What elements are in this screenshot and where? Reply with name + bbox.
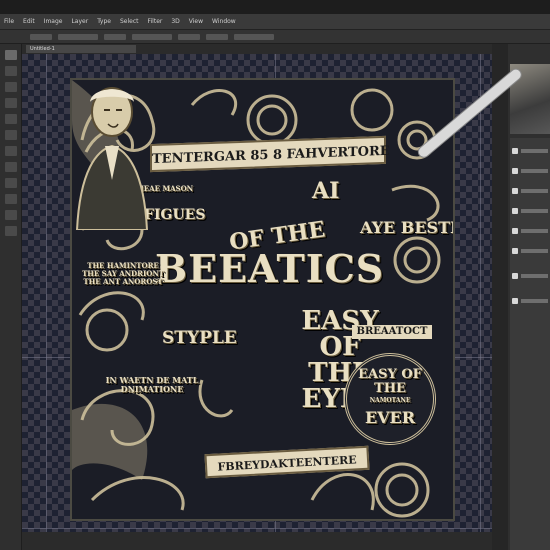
menu-layer[interactable]: Layer [71,18,88,25]
title-beeatics: BEEATICS [155,246,385,291]
layer-name-bar [521,149,548,153]
layer-row[interactable] [512,205,548,217]
option-control[interactable] [132,33,172,40]
layer-row[interactable] [512,225,548,237]
layer-name-bar [521,274,548,278]
ai-text: AI [312,178,340,204]
left-medallion-text: THE HAMINTORE THE SAY ANDRIONT THE ANT A… [82,261,164,287]
option-control[interactable] [206,33,228,40]
tool-strip [0,44,22,550]
layer-row[interactable] [512,185,548,197]
panel-icon-strip [492,44,508,550]
menu-select[interactable]: Select [120,18,139,25]
pen-tool-icon[interactable] [4,194,17,204]
option-control[interactable] [58,33,98,40]
style-text: STYPLE [162,328,237,348]
eyedropper-tool-icon[interactable] [4,114,17,124]
eye-icon[interactable] [512,248,518,254]
guide-line [22,528,492,529]
eye-icon[interactable] [512,148,518,154]
menu-edit[interactable]: Edit [23,18,35,25]
menu-filter[interactable]: Filter [148,18,163,25]
layer-row[interactable] [512,270,548,282]
guide-line [480,54,481,532]
layers-panel [510,138,550,550]
layer-name-bar [521,209,548,213]
options-bar [0,30,550,44]
layer-row[interactable] [512,245,548,257]
layer-name-bar [521,169,548,173]
portrait-illustration [75,87,149,230]
menu-bar: File Edit Image Layer Type Select Filter… [0,14,550,30]
hand-tool-icon[interactable] [4,210,17,220]
layer-row[interactable] [512,145,548,157]
medallion-top-text: EASY OF THE [358,367,422,396]
menu-3d[interactable]: 3D [171,18,179,25]
bracket-label: BREAATOCT [352,325,432,339]
layer-name-bar [521,249,548,253]
move-tool-icon[interactable] [4,50,17,60]
eye-icon[interactable] [512,273,518,279]
guide-line [46,54,47,532]
medallion-mid-text: NAMOTANE [369,397,411,404]
eye-icon[interactable] [512,188,518,194]
left-lower-text: IN WAETN DE MATL DNIMATIONE [105,375,199,394]
layer-name-bar [521,189,548,193]
gradient-tool-icon[interactable] [4,162,17,172]
crop-tool-icon[interactable] [4,98,17,108]
eye-icon[interactable] [512,228,518,234]
layer-name-bar [521,299,548,303]
eye-icon[interactable] [512,298,518,304]
menu-view[interactable]: View [189,18,203,25]
option-control[interactable] [104,33,126,40]
brush-tool-icon[interactable] [4,130,17,140]
layer-name-bar [521,229,548,233]
eye-icon[interactable] [512,168,518,174]
app-title-bar [0,0,550,14]
medallion-ever-text: EVER [364,408,416,427]
zoom-tool-icon[interactable] [4,226,17,236]
lasso-tool-icon[interactable] [4,82,17,92]
menu-window[interactable]: Window [212,18,236,25]
figues-text: FIGUES [144,207,206,223]
aye-text: AYE BESTIDE [360,218,453,237]
option-control[interactable] [30,33,52,40]
option-control[interactable] [234,33,274,40]
menu-file[interactable]: File [4,18,14,25]
option-control[interactable] [178,33,200,40]
marquee-tool-icon[interactable] [4,66,17,76]
menu-type[interactable]: Type [97,18,111,25]
layer-row[interactable] [512,165,548,177]
eye-icon[interactable] [512,208,518,214]
menu-image[interactable]: Image [44,18,63,25]
layer-row[interactable] [512,295,548,307]
poster-artwork[interactable]: TENTERGAR 85 8 FAHVERTORE SOME AMEHEAE M… [70,78,455,521]
text-tool-icon[interactable] [4,178,17,188]
document-tab[interactable]: Untitled-1 [26,45,136,53]
eraser-tool-icon[interactable] [4,146,17,156]
